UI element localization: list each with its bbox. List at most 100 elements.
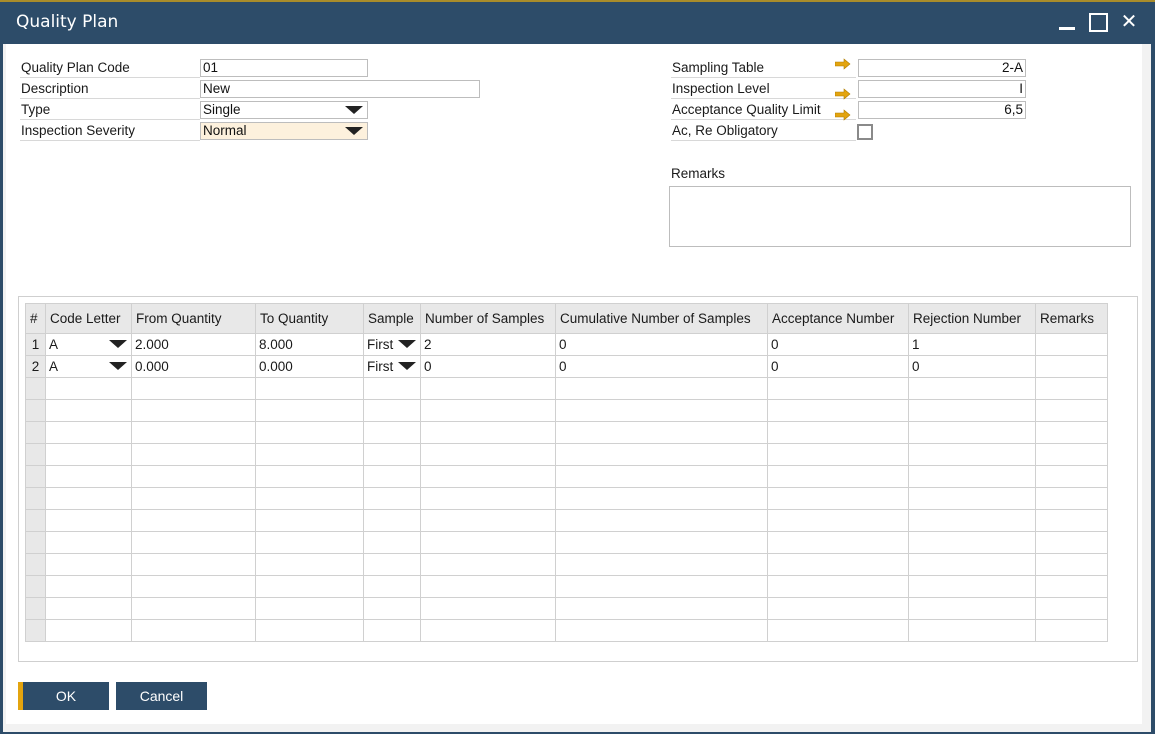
empty-cell[interactable] bbox=[45, 377, 132, 400]
empty-cell[interactable] bbox=[420, 465, 556, 488]
cancel-button[interactable]: Cancel bbox=[116, 682, 207, 710]
empty-cell[interactable] bbox=[131, 553, 256, 576]
remarks-cell[interactable] bbox=[1035, 355, 1108, 378]
close-button[interactable]: ✕ bbox=[1117, 10, 1141, 34]
row-number[interactable] bbox=[25, 619, 46, 642]
empty-cell[interactable] bbox=[555, 377, 768, 400]
empty-cell[interactable] bbox=[908, 553, 1036, 576]
minimize-button[interactable] bbox=[1055, 10, 1079, 34]
empty-cell[interactable] bbox=[767, 509, 909, 532]
from-quantity-cell[interactable]: 0.000 bbox=[131, 355, 256, 378]
number-of-samples-cell[interactable]: 0 bbox=[420, 355, 556, 378]
sample-cell[interactable]: First bbox=[363, 333, 421, 356]
chevron-down-icon[interactable] bbox=[345, 127, 363, 135]
empty-cell[interactable] bbox=[45, 421, 132, 444]
to-quantity-cell[interactable]: 0.000 bbox=[255, 355, 364, 378]
empty-cell[interactable] bbox=[131, 421, 256, 444]
empty-cell[interactable] bbox=[767, 443, 909, 466]
empty-cell[interactable] bbox=[255, 575, 364, 598]
empty-cell[interactable] bbox=[363, 509, 421, 532]
empty-cell[interactable] bbox=[131, 575, 256, 598]
empty-cell[interactable] bbox=[555, 399, 768, 422]
empty-cell[interactable] bbox=[1035, 487, 1108, 510]
empty-cell[interactable] bbox=[908, 531, 1036, 554]
empty-cell[interactable] bbox=[45, 443, 132, 466]
empty-cell[interactable] bbox=[555, 443, 768, 466]
table-row[interactable]: 1 A 2.000 8.000 First 2 0 0 1 bbox=[25, 333, 1108, 356]
link-arrow-icon[interactable] bbox=[835, 109, 851, 121]
empty-cell[interactable] bbox=[131, 465, 256, 488]
empty-table-row[interactable] bbox=[25, 619, 1108, 642]
empty-cell[interactable] bbox=[45, 575, 132, 598]
empty-cell[interactable] bbox=[1035, 619, 1108, 642]
empty-cell[interactable] bbox=[908, 575, 1036, 598]
empty-cell[interactable] bbox=[1035, 553, 1108, 576]
column-header-code-letter[interactable]: Code Letter bbox=[45, 303, 132, 334]
empty-cell[interactable] bbox=[255, 465, 364, 488]
row-number[interactable] bbox=[25, 399, 46, 422]
empty-cell[interactable] bbox=[131, 509, 256, 532]
ok-button[interactable]: OK bbox=[18, 682, 109, 710]
empty-cell[interactable] bbox=[255, 377, 364, 400]
cumulative-number-of-samples-cell[interactable]: 0 bbox=[555, 333, 768, 356]
empty-cell[interactable] bbox=[45, 465, 132, 488]
empty-cell[interactable] bbox=[255, 597, 364, 620]
empty-cell[interactable] bbox=[45, 553, 132, 576]
remarks-cell[interactable] bbox=[1035, 333, 1108, 356]
empty-cell[interactable] bbox=[420, 509, 556, 532]
empty-cell[interactable] bbox=[1035, 443, 1108, 466]
empty-cell[interactable] bbox=[363, 399, 421, 422]
empty-cell[interactable] bbox=[908, 399, 1036, 422]
column-header-acceptance-number[interactable]: Acceptance Number bbox=[767, 303, 909, 334]
empty-cell[interactable] bbox=[1035, 399, 1108, 422]
column-header-remarks[interactable]: Remarks bbox=[1035, 303, 1108, 334]
empty-cell[interactable] bbox=[363, 377, 421, 400]
row-number[interactable] bbox=[25, 465, 46, 488]
empty-cell[interactable] bbox=[131, 399, 256, 422]
empty-cell[interactable] bbox=[45, 399, 132, 422]
empty-cell[interactable] bbox=[420, 377, 556, 400]
row-number[interactable]: 2 bbox=[25, 355, 46, 378]
empty-cell[interactable] bbox=[255, 443, 364, 466]
row-number[interactable] bbox=[25, 553, 46, 576]
number-of-samples-cell[interactable]: 2 bbox=[420, 333, 556, 356]
chevron-down-icon[interactable] bbox=[398, 362, 416, 370]
empty-cell[interactable] bbox=[45, 531, 132, 554]
code-letter-cell[interactable]: A bbox=[45, 355, 132, 378]
empty-cell[interactable] bbox=[45, 597, 132, 620]
empty-cell[interactable] bbox=[131, 597, 256, 620]
empty-cell[interactable] bbox=[420, 575, 556, 598]
row-number[interactable]: 1 bbox=[25, 333, 46, 356]
empty-cell[interactable] bbox=[767, 487, 909, 510]
row-number[interactable] bbox=[25, 575, 46, 598]
row-number[interactable] bbox=[25, 443, 46, 466]
description-field[interactable]: New bbox=[200, 80, 480, 98]
empty-cell[interactable] bbox=[908, 465, 1036, 488]
chevron-down-icon[interactable] bbox=[398, 340, 416, 348]
empty-cell[interactable] bbox=[555, 421, 768, 444]
column-header-from-quantity[interactable]: From Quantity bbox=[131, 303, 256, 334]
empty-cell[interactable] bbox=[908, 421, 1036, 444]
maximize-button[interactable] bbox=[1086, 10, 1110, 34]
empty-cell[interactable] bbox=[767, 399, 909, 422]
empty-table-row[interactable] bbox=[25, 509, 1108, 532]
row-number[interactable] bbox=[25, 377, 46, 400]
empty-cell[interactable] bbox=[363, 465, 421, 488]
acceptance-number-cell[interactable]: 0 bbox=[767, 333, 909, 356]
sampling-table-field[interactable]: 2-A bbox=[858, 59, 1026, 77]
empty-cell[interactable] bbox=[420, 597, 556, 620]
empty-cell[interactable] bbox=[131, 377, 256, 400]
empty-table-row[interactable] bbox=[25, 531, 1108, 554]
column-header-number[interactable]: # bbox=[25, 303, 46, 334]
link-arrow-icon[interactable] bbox=[835, 58, 851, 70]
empty-cell[interactable] bbox=[908, 443, 1036, 466]
empty-cell[interactable] bbox=[363, 619, 421, 642]
empty-table-row[interactable] bbox=[25, 399, 1108, 422]
empty-cell[interactable] bbox=[363, 421, 421, 444]
empty-cell[interactable] bbox=[767, 465, 909, 488]
rejection-number-cell[interactable]: 0 bbox=[908, 355, 1036, 378]
empty-cell[interactable] bbox=[555, 619, 768, 642]
empty-cell[interactable] bbox=[767, 553, 909, 576]
table-row[interactable]: 2 A 0.000 0.000 First 0 0 0 0 bbox=[25, 355, 1108, 378]
quality-plan-code-field[interactable]: 01 bbox=[200, 59, 368, 77]
